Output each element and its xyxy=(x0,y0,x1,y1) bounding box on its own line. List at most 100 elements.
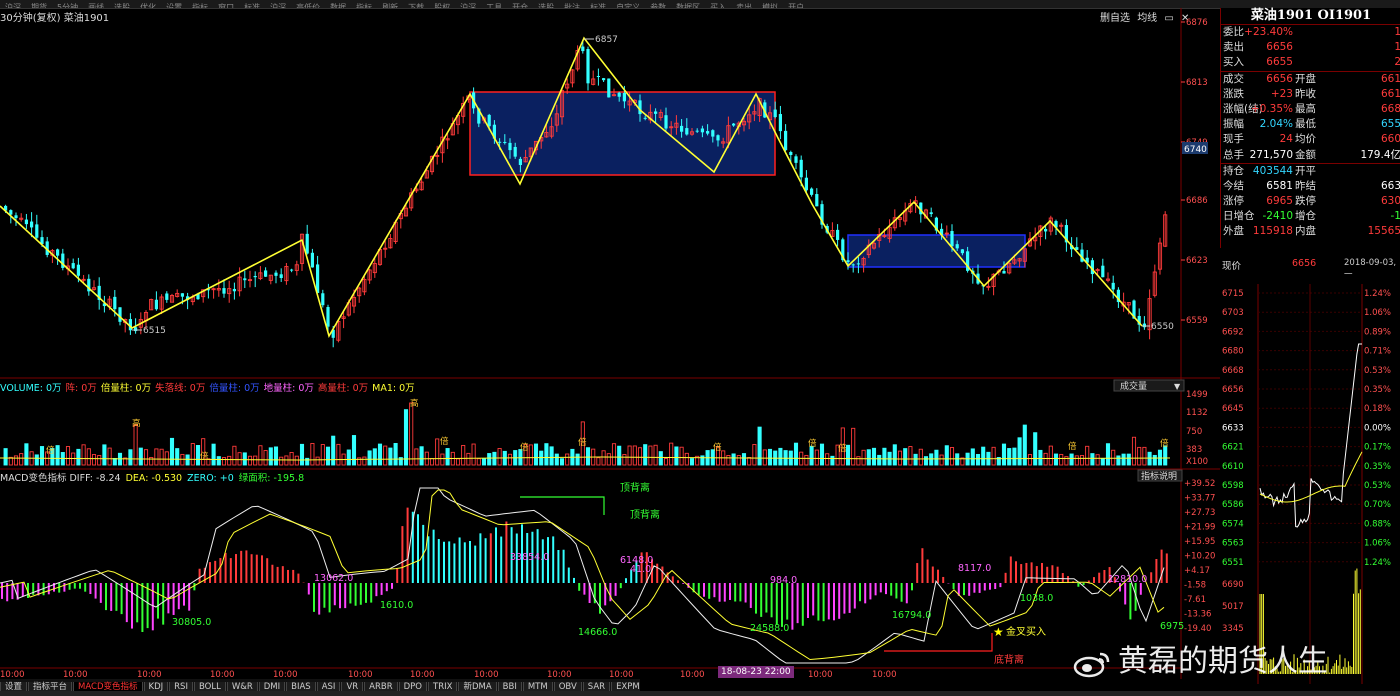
indicator-tab[interactable]: MACD变色指标 xyxy=(73,682,143,691)
quote-value: 6965 xyxy=(1266,195,1293,208)
volume-bar xyxy=(929,453,934,466)
indicator-tab[interactable]: BIAS xyxy=(286,682,316,691)
volume-bar xyxy=(970,448,975,466)
svg-text:8117.0: 8117.0 xyxy=(958,563,991,574)
indicator-tab[interactable]: KDJ xyxy=(143,682,169,691)
mini-left-tick: 6574 xyxy=(1222,519,1244,529)
indicator-tab[interactable]: DMI xyxy=(258,682,286,691)
candle-body xyxy=(14,215,18,219)
indicator-tab[interactable]: ARBR xyxy=(364,682,398,691)
quote-row: 涨跌 +23 昨收 661 xyxy=(1221,87,1400,102)
candle-body xyxy=(326,307,330,327)
volume-bar xyxy=(913,453,918,466)
volume-bar xyxy=(830,455,835,466)
volume-bar xyxy=(762,449,767,466)
volume-bar xyxy=(279,456,284,466)
quote-value: +23 xyxy=(1270,87,1293,100)
volume-bar xyxy=(1012,447,1017,466)
main-chart-svg[interactable]: 6857 6515 6550 687668136749668666236559 … xyxy=(0,8,1220,690)
indicator-tab[interactable]: W&R xyxy=(226,682,258,691)
svg-text:1038.0: 1038.0 xyxy=(1020,593,1053,604)
volume-bar xyxy=(76,448,81,466)
macd-tick-label: -13.36 xyxy=(1184,610,1211,620)
volume-tag: 倍 xyxy=(520,442,529,453)
mini-left-tick: 6668 xyxy=(1222,366,1244,376)
indicator-tab[interactable]: OBV xyxy=(553,682,582,691)
indicator-tab[interactable]: VR xyxy=(341,682,364,691)
candle-body xyxy=(799,159,803,178)
svg-text:24588.0: 24588.0 xyxy=(750,623,789,634)
volume-bar xyxy=(559,458,565,466)
candle-body xyxy=(180,293,184,297)
quote-value: 6581 xyxy=(1266,179,1293,192)
candle-body xyxy=(274,272,278,276)
volume-bar xyxy=(1116,455,1121,466)
volume-tag: 倍 xyxy=(440,436,449,447)
indicator-tab[interactable]: RSI xyxy=(169,682,193,691)
indicator-tab[interactable]: EXPMA xyxy=(611,682,640,691)
indicator-tab[interactable]: 新DMA xyxy=(458,682,497,691)
candle-body xyxy=(732,123,736,126)
candle-body xyxy=(76,264,80,276)
volume-bar xyxy=(554,453,559,466)
volume-bar xyxy=(752,444,757,466)
macd-tick-label: +33.77 xyxy=(1184,494,1215,504)
candle-body xyxy=(232,288,236,292)
indicator-tab[interactable]: DPO xyxy=(398,682,428,691)
quote-title: 菜油1901 OI1901 xyxy=(1221,8,1400,25)
volume-bar xyxy=(845,444,851,466)
svg-text:16794.0: 16794.0 xyxy=(892,610,931,621)
quote-value-2: 668 xyxy=(1380,102,1400,115)
indicator-tab[interactable]: 设置 xyxy=(0,682,28,691)
quote-label: 今结 xyxy=(1223,179,1244,192)
candle-body xyxy=(617,92,621,97)
indicator-tab[interactable]: 指标平台 xyxy=(28,682,73,691)
indicator-tab[interactable]: BOLL xyxy=(193,682,226,691)
volume-bar xyxy=(107,447,112,466)
indicator-tab[interactable]: SAR xyxy=(582,682,611,691)
volume-bar xyxy=(819,443,825,466)
indicator-tab[interactable]: MTM xyxy=(522,682,553,691)
indicator-help-label: 指标说明 xyxy=(1141,470,1177,482)
macd-axis: +39.52 +33.77 +27.73 +21.99 +15.95 +10.20 +4.1… xyxy=(1184,479,1215,634)
current-price-text: 6740 xyxy=(1184,145,1207,155)
volume-bar xyxy=(409,402,414,466)
volume-bar xyxy=(1079,455,1085,466)
quote-row: 卖出 6656 1 xyxy=(1221,40,1400,55)
quote-value-2: 630 xyxy=(1380,195,1400,208)
watermark-text: 黄磊的期货人生 xyxy=(1118,644,1328,679)
candle-body xyxy=(851,264,855,266)
volume-bar xyxy=(1007,448,1012,466)
volume-bar xyxy=(455,458,461,466)
volume-bar xyxy=(1027,454,1033,466)
quote-value: 24 xyxy=(1279,133,1293,146)
quote-row: 持仓 403544 开平 xyxy=(1221,162,1400,179)
bottom-divergence-label: 底背离 xyxy=(994,653,1024,666)
mini-price-label: 现价 xyxy=(1222,261,1242,272)
indicator-tab[interactable]: TRIX xyxy=(428,682,458,691)
volume-bar xyxy=(24,443,29,466)
volume-bar xyxy=(866,449,871,466)
volume-bar xyxy=(71,452,76,466)
volume-legend-item: 高量柱: 0万 xyxy=(317,383,369,394)
price-tick-label: 6686 xyxy=(1186,196,1208,206)
quote-label-2: 跌停 xyxy=(1295,195,1316,208)
volume-bar xyxy=(944,445,949,466)
indicator-tab[interactable]: ASI xyxy=(316,682,341,691)
indicator-tab[interactable]: BBI xyxy=(497,682,522,691)
volume-bar xyxy=(767,448,773,466)
quote-panel: 菜油1901 OI1901 委比 +23.40% 1 卖出 6656 1 买入 6655 2 成交… xyxy=(1220,8,1400,248)
quote-value: 2.04% xyxy=(1259,118,1293,131)
mini-intraday-chart: 6715 1.24% 6703 1.06% 6692 0.89% 6680 0.71% 6668… xyxy=(1222,284,1391,684)
mini-right-tick: 0.71% xyxy=(1364,347,1391,357)
quote-row: 总手 271,570 金额 179.4亿 xyxy=(1221,148,1400,163)
volume-bar xyxy=(825,453,830,466)
volume-tag: 倍 xyxy=(578,437,587,448)
volume-bar xyxy=(325,446,331,466)
volume-bar xyxy=(143,449,149,466)
price-tick-label: 6559 xyxy=(1186,316,1208,326)
volume-bar xyxy=(242,452,247,466)
volume-bar xyxy=(154,448,159,466)
candle-body xyxy=(56,249,60,256)
mini-vol-tick: 6690 xyxy=(1222,580,1244,590)
